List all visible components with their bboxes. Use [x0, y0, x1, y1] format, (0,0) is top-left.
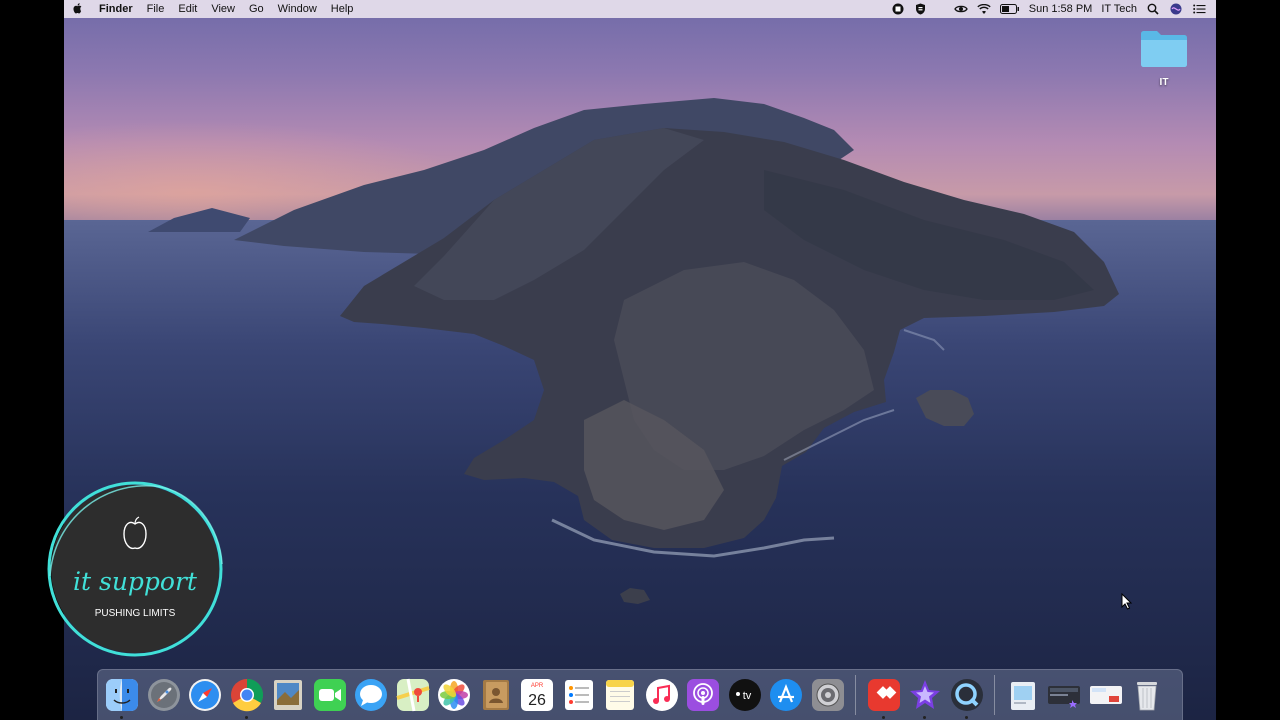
quicktime-icon	[950, 679, 983, 711]
documents-stack-icon	[1089, 686, 1122, 704]
eye-icon[interactable]	[953, 3, 968, 15]
dock-screenshot-stack[interactable]	[1047, 678, 1081, 712]
dock-chrome[interactable]	[230, 678, 264, 719]
siri-icon[interactable]	[1169, 3, 1183, 15]
desktop-folder-label: IT	[1159, 77, 1169, 88]
spotlight-search-icon[interactable]	[1146, 3, 1160, 15]
shield-icon[interactable]	[914, 3, 928, 15]
notification-center-icon[interactable]	[1192, 3, 1206, 15]
screenshot-stack-icon	[1048, 686, 1080, 708]
desktop	[64, 0, 1216, 720]
reminders-list-icon	[564, 680, 593, 710]
chrome-icon	[230, 678, 263, 712]
running-indicator	[923, 716, 926, 719]
running-indicator	[964, 716, 968, 719]
mouse-cursor-icon	[1121, 593, 1133, 610]
logo-title: it support	[73, 567, 198, 596]
wallpaper-island	[148, 98, 1119, 604]
dock-app-store[interactable]	[769, 678, 803, 712]
dock-notes[interactable]	[603, 678, 637, 712]
contacts-book-icon	[482, 680, 509, 710]
preview-icon	[274, 680, 302, 710]
running-indicator	[244, 716, 248, 719]
maps-icon	[395, 678, 430, 712]
tv-label: tv	[742, 690, 751, 702]
menu-window[interactable]: Window	[271, 3, 324, 15]
app-store-icon	[770, 679, 802, 711]
dock-documents-stack[interactable]	[1089, 678, 1123, 712]
menu-bar: Finder File Edit View Go Window Help Sun…	[64, 0, 1216, 18]
logo-subtitle: PUSHING LIMITS	[95, 608, 176, 619]
dock-tv[interactable]: tv	[728, 678, 762, 712]
imovie-star-icon	[910, 680, 940, 709]
dock-contacts[interactable]	[479, 678, 513, 712]
finder-icon	[106, 679, 138, 711]
running-indicator	[881, 716, 885, 719]
it-support-logo: it support PUSHING LIMITS	[47, 481, 223, 657]
menu-help[interactable]: Help	[324, 3, 361, 15]
menu-edit[interactable]: Edit	[171, 3, 204, 15]
dock-maps[interactable]	[395, 678, 430, 712]
dock-music[interactable]	[645, 678, 679, 712]
messages-bubble-icon	[355, 679, 387, 711]
dock: APR 26 tv	[97, 669, 1183, 720]
notes-icon	[606, 680, 634, 710]
apple-menu-icon[interactable]	[64, 2, 92, 17]
folder-icon	[1141, 31, 1187, 67]
dock-separator	[855, 675, 856, 715]
battery-icon[interactable]	[999, 3, 1020, 15]
gear-icon	[811, 679, 844, 711]
menu-go[interactable]: Go	[242, 3, 271, 15]
dock-safari[interactable]	[188, 678, 222, 712]
dock-launchpad[interactable]	[147, 678, 181, 712]
menubar-clock[interactable]: Sun 1:58 PM	[1029, 3, 1093, 15]
apple-tv-icon: tv	[728, 679, 761, 711]
dock-podcasts[interactable]	[686, 678, 720, 712]
music-note-icon	[645, 679, 678, 711]
dock-imovie[interactable]	[908, 678, 942, 719]
dock-downloads-stack[interactable]	[1006, 678, 1040, 712]
menu-file[interactable]: File	[140, 3, 172, 15]
wifi-icon[interactable]	[977, 3, 991, 15]
dock-finder[interactable]	[105, 678, 139, 719]
dock-facetime[interactable]	[313, 678, 347, 712]
menu-view[interactable]: View	[204, 3, 242, 15]
downloads-stack-icon	[1010, 682, 1035, 710]
dock-preview[interactable]	[271, 678, 305, 712]
dock-anydesk[interactable]	[867, 678, 901, 719]
dock-calendar[interactable]: APR 26	[520, 678, 554, 712]
dock-quicktime[interactable]	[950, 678, 984, 719]
podcasts-icon	[687, 679, 719, 711]
calendar-icon: APR 26	[521, 679, 553, 711]
trash-icon	[1137, 682, 1157, 711]
dock-trash[interactable]	[1130, 678, 1164, 712]
safari-compass-icon	[189, 679, 221, 711]
menubar-user[interactable]: IT Tech	[1101, 3, 1137, 15]
stop-recording-icon[interactable]	[891, 3, 905, 15]
desktop-folder-it[interactable]: IT	[1136, 28, 1192, 88]
dock-photos[interactable]	[437, 678, 471, 712]
photos-flower-icon	[438, 679, 470, 711]
running-indicator	[120, 716, 123, 719]
launchpad-rocket-icon	[147, 679, 180, 711]
anydesk-icon	[867, 679, 900, 711]
dock-messages[interactable]	[354, 678, 388, 712]
menu-app-finder[interactable]: Finder	[92, 3, 140, 15]
calendar-day: 26	[528, 692, 546, 709]
dock-system-preferences[interactable]	[811, 678, 845, 712]
calendar-month: APR	[531, 683, 544, 689]
dock-reminders[interactable]	[562, 678, 596, 712]
facetime-icon	[313, 679, 346, 711]
dock-separator	[994, 675, 995, 715]
